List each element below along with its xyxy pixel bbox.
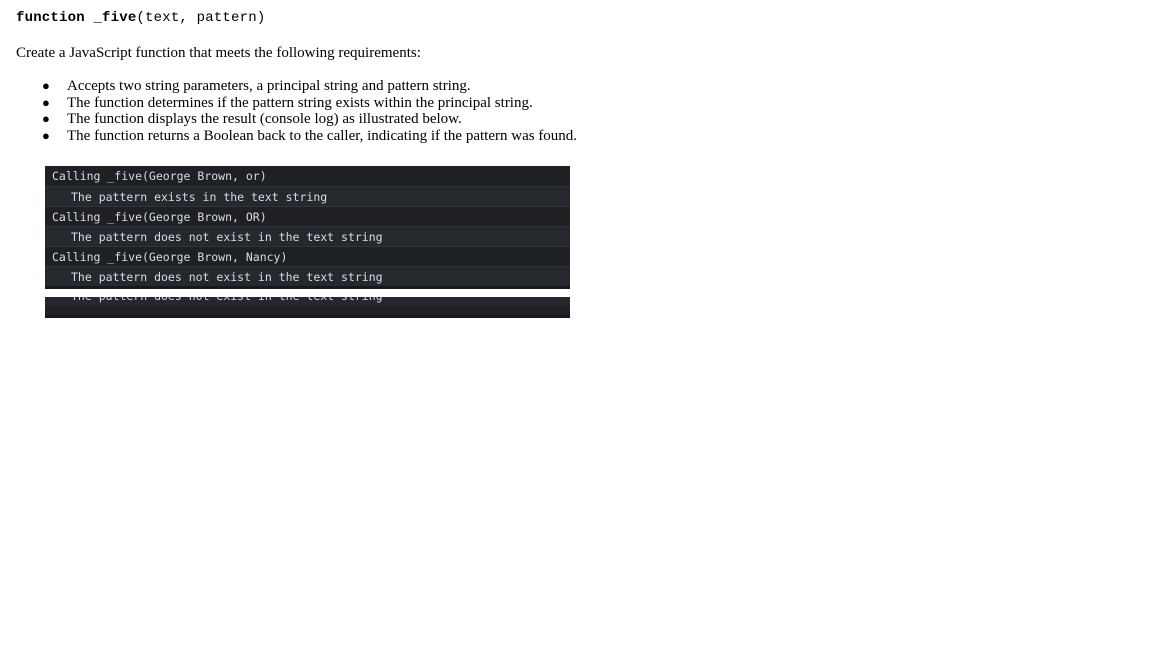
requirement-text: The function returns a Boolean back to t… xyxy=(67,127,578,144)
console-line-call: Calling _five(George Brown, or) xyxy=(45,166,570,186)
intro-paragraph: Create a JavaScript function that meets … xyxy=(16,45,421,61)
console-output-block: Calling _five(George Brown, or) The patt… xyxy=(45,166,570,289)
console-line-result: The pattern does not exist in the text s… xyxy=(45,266,570,286)
console-line-call: Calling _five(George Brown, OR) xyxy=(45,206,570,226)
requirement-item: ● The function returns a Boolean back to… xyxy=(36,128,577,145)
function-signature-params: (text, pattern) xyxy=(136,10,266,26)
requirement-text: The function determines if the pattern s… xyxy=(67,94,533,111)
console-line-result: The pattern does not exist in the text s… xyxy=(45,226,570,246)
console-line-result: The pattern does not exist in the text s… xyxy=(45,297,570,306)
bullet-icon: ● xyxy=(42,111,50,127)
requirement-text: Accepts two string parameters, a princip… xyxy=(67,78,471,94)
bullet-icon: ● xyxy=(42,94,50,110)
requirement-item: ● Accepts two string parameters, a princ… xyxy=(36,78,577,95)
bullet-icon: ● xyxy=(42,78,50,93)
function-signature-name: function _five xyxy=(16,10,137,26)
requirement-item: ● The function determines if the pattern… xyxy=(36,95,577,112)
requirements-list: ● Accepts two string parameters, a princ… xyxy=(36,78,577,144)
function-signature-heading: function _five(text, pattern) xyxy=(16,9,265,27)
console-line-result: The pattern exists in the text string xyxy=(45,186,570,206)
console-clipped-fragment: The pattern does not exist in the text s… xyxy=(45,297,570,318)
requirement-item: ● The function displays the result (cons… xyxy=(36,111,577,128)
console-line-call: Calling _five(George Brown, Nancy) xyxy=(45,246,570,266)
bullet-icon: ● xyxy=(42,127,50,143)
requirement-text: The function displays the result (consol… xyxy=(67,111,462,128)
